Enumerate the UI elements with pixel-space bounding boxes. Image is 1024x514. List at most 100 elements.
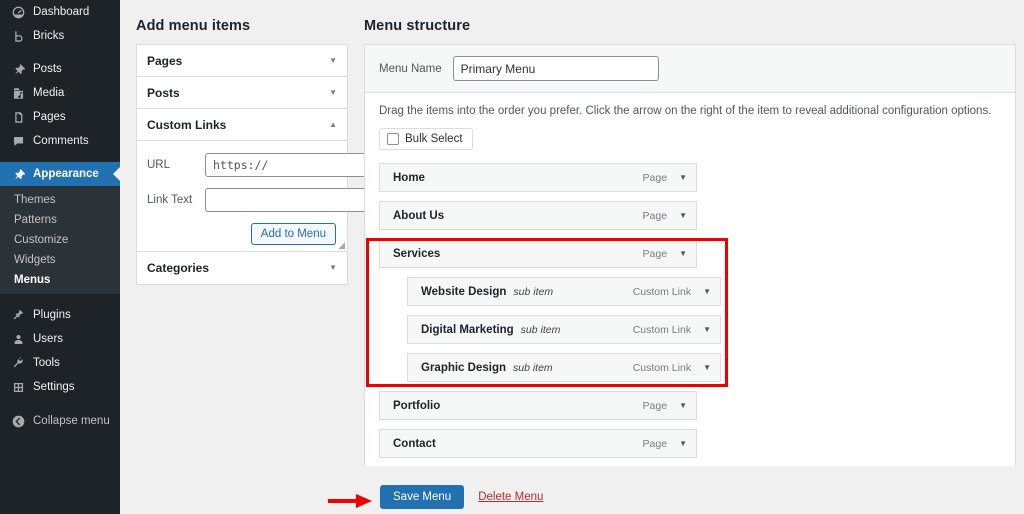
sidebar-item-label: Plugins	[33, 309, 71, 321]
save-menu-button[interactable]: Save Menu	[380, 484, 465, 509]
menu-item-row-contact[interactable]: Contact Page ▼	[379, 429, 697, 458]
sidebar-item-bricks[interactable]: Bricks	[0, 24, 120, 48]
sidebar-item-users[interactable]: Users	[0, 327, 120, 351]
bricks-icon	[9, 27, 27, 45]
submenu-item-themes[interactable]: Themes	[0, 190, 120, 210]
menu-item-sublabel: sub item	[513, 285, 554, 298]
menu-item-right: Custom Link ▼	[633, 324, 711, 336]
sidebar-item-tools[interactable]: Tools	[0, 351, 120, 375]
chevron-down-icon[interactable]: ▼	[679, 249, 687, 258]
sidebar-item-settings[interactable]: Settings	[0, 375, 120, 399]
sidebar-item-label: Media	[33, 87, 65, 99]
add-to-menu-button[interactable]: Add to Menu	[250, 223, 336, 245]
chevron-down-icon[interactable]: ▼	[703, 363, 711, 372]
sidebar-item-plugins[interactable]: Plugins	[0, 303, 120, 327]
link-text-label: Link Text	[147, 194, 193, 206]
menu-item-left: Portfolio	[393, 400, 440, 412]
menu-item-type: Page	[642, 209, 668, 222]
delete-menu-link[interactable]: Delete Menu	[478, 491, 543, 503]
sidebar-item-appearance[interactable]: Appearance	[0, 162, 121, 186]
bulk-select-checkbox[interactable]	[387, 133, 399, 145]
submenu-item-patterns[interactable]: Patterns	[0, 210, 120, 230]
submenu-item-menus[interactable]: Menus	[0, 270, 120, 290]
menu-item-title: Website Design	[421, 285, 507, 298]
menu-item-left: About Us	[393, 210, 444, 222]
accordion-label: Posts	[147, 85, 180, 100]
menu-item-title: Services	[393, 247, 441, 260]
menu-name-label: Menu Name	[379, 62, 442, 75]
collapse-arrow-icon	[9, 412, 27, 430]
sidebar-item-label: Posts	[33, 63, 62, 75]
menu-item-title: Home	[393, 171, 425, 184]
chevron-up-icon[interactable]: ▲	[329, 120, 337, 129]
menu-item-row-website-design[interactable]: Website Design sub item Custom Link ▼	[407, 277, 721, 306]
resize-handle-icon[interactable]: ◢	[335, 240, 345, 250]
bulk-select-toggle[interactable]: Bulk Select	[379, 128, 473, 150]
users-icon	[9, 330, 27, 348]
accordion-header-custom-links[interactable]: Custom Links ▲	[137, 109, 347, 141]
url-input[interactable]	[205, 153, 369, 177]
menu-item-type: Custom Link	[632, 323, 692, 336]
menu-item-sublabel: sub item	[513, 361, 553, 374]
menu-item-row-digital-marketing[interactable]: Digital Marketing sub item Custom Link ▼	[407, 315, 721, 344]
add-to-menu-row: Add to Menu	[147, 223, 337, 245]
link-text-field-row: Link Text	[147, 188, 375, 212]
menu-structure-body: Drag the items into the order you prefer…	[365, 93, 1015, 487]
chevron-down-icon[interactable]: ▼	[329, 56, 337, 65]
brush-icon	[9, 165, 27, 183]
chevron-down-icon[interactable]: ▼	[703, 325, 711, 334]
chevron-down-icon[interactable]: ▼	[703, 287, 711, 296]
menu-item-right: Page ▼	[643, 400, 687, 412]
sidebar-item-label: Appearance	[33, 168, 99, 180]
submenu-item-widgets[interactable]: Widgets	[0, 250, 120, 270]
chevron-down-icon[interactable]: ▼	[329, 88, 337, 97]
sidebar-item-media[interactable]: Media	[0, 81, 120, 105]
menu-item-title: About Us	[393, 209, 445, 222]
collapse-menu-button[interactable]: Collapse menu	[0, 409, 120, 433]
panel-bottom-gap	[364, 466, 1016, 479]
accordion-label: Custom Links	[147, 117, 227, 132]
menu-name-input[interactable]	[452, 56, 659, 81]
accordion-header-categories[interactable]: Categories ▼	[137, 252, 347, 284]
accordion-label: Pages	[147, 53, 183, 68]
menu-item-right: Page ▼	[643, 210, 687, 222]
menu-item-row-about-us[interactable]: About Us Page ▼	[379, 201, 697, 230]
bulk-select-label: Bulk Select	[405, 133, 463, 145]
sidebar-item-comments[interactable]: Comments	[0, 129, 120, 153]
sidebar-item-posts[interactable]: Posts	[0, 57, 120, 81]
menu-item-right: Custom Link ▼	[633, 286, 711, 298]
chevron-down-icon[interactable]: ▼	[679, 211, 687, 220]
menu-name-bar: Menu Name	[365, 45, 1015, 93]
menu-item-row-services[interactable]: Services Page ▼	[379, 239, 697, 268]
wordpress-menus-screen: Dashboard Bricks Posts Media Pages Comme…	[0, 0, 1024, 514]
menu-item-row-graphic-design[interactable]: Graphic Design sub item Custom Link ▼	[407, 353, 721, 382]
chevron-down-icon[interactable]: ▼	[679, 401, 687, 410]
plugins-icon	[9, 306, 27, 324]
menu-item-left: Home	[393, 172, 425, 184]
appearance-submenu: Themes Patterns Customize Widgets Menus	[0, 186, 120, 294]
menu-item-row-portfolio[interactable]: Portfolio Page ▼	[379, 391, 697, 420]
menu-item-type: Page	[642, 399, 668, 412]
add-menu-items-accordion: Pages ▼ Posts ▼ Custom Links ▲ URL https…	[136, 44, 375, 285]
sidebar-item-dashboard[interactable]: Dashboard	[0, 0, 120, 24]
chevron-down-icon[interactable]: ▼	[679, 439, 687, 448]
accordion-header-posts[interactable]: Posts ▼	[137, 77, 347, 109]
sidebar-item-label: Bricks	[33, 30, 65, 42]
chevron-down-icon[interactable]: ▼	[329, 264, 337, 272]
chevron-down-icon[interactable]: ▼	[679, 173, 687, 182]
comments-icon	[9, 132, 27, 150]
sidebar-item-pages[interactable]: Pages	[0, 105, 120, 129]
menu-item-right: Page ▼	[643, 438, 687, 450]
sidebar-separator	[0, 153, 120, 162]
menu-item-title: Digital Marketing	[421, 323, 514, 336]
submenu-item-customize[interactable]: Customize	[0, 230, 120, 250]
pages-icon	[9, 108, 27, 126]
menu-item-type: Custom Link	[632, 361, 692, 374]
sidebar-item-label: Settings	[33, 381, 75, 393]
menu-item-left: Contact	[393, 438, 436, 450]
menu-item-row-home[interactable]: Home Page ▼	[379, 163, 697, 192]
accordion-header-pages[interactable]: Pages ▼	[137, 45, 347, 77]
link-text-input[interactable]	[205, 188, 375, 212]
sidebar-separator	[0, 294, 120, 303]
sidebar-item-label: Users	[33, 333, 64, 345]
